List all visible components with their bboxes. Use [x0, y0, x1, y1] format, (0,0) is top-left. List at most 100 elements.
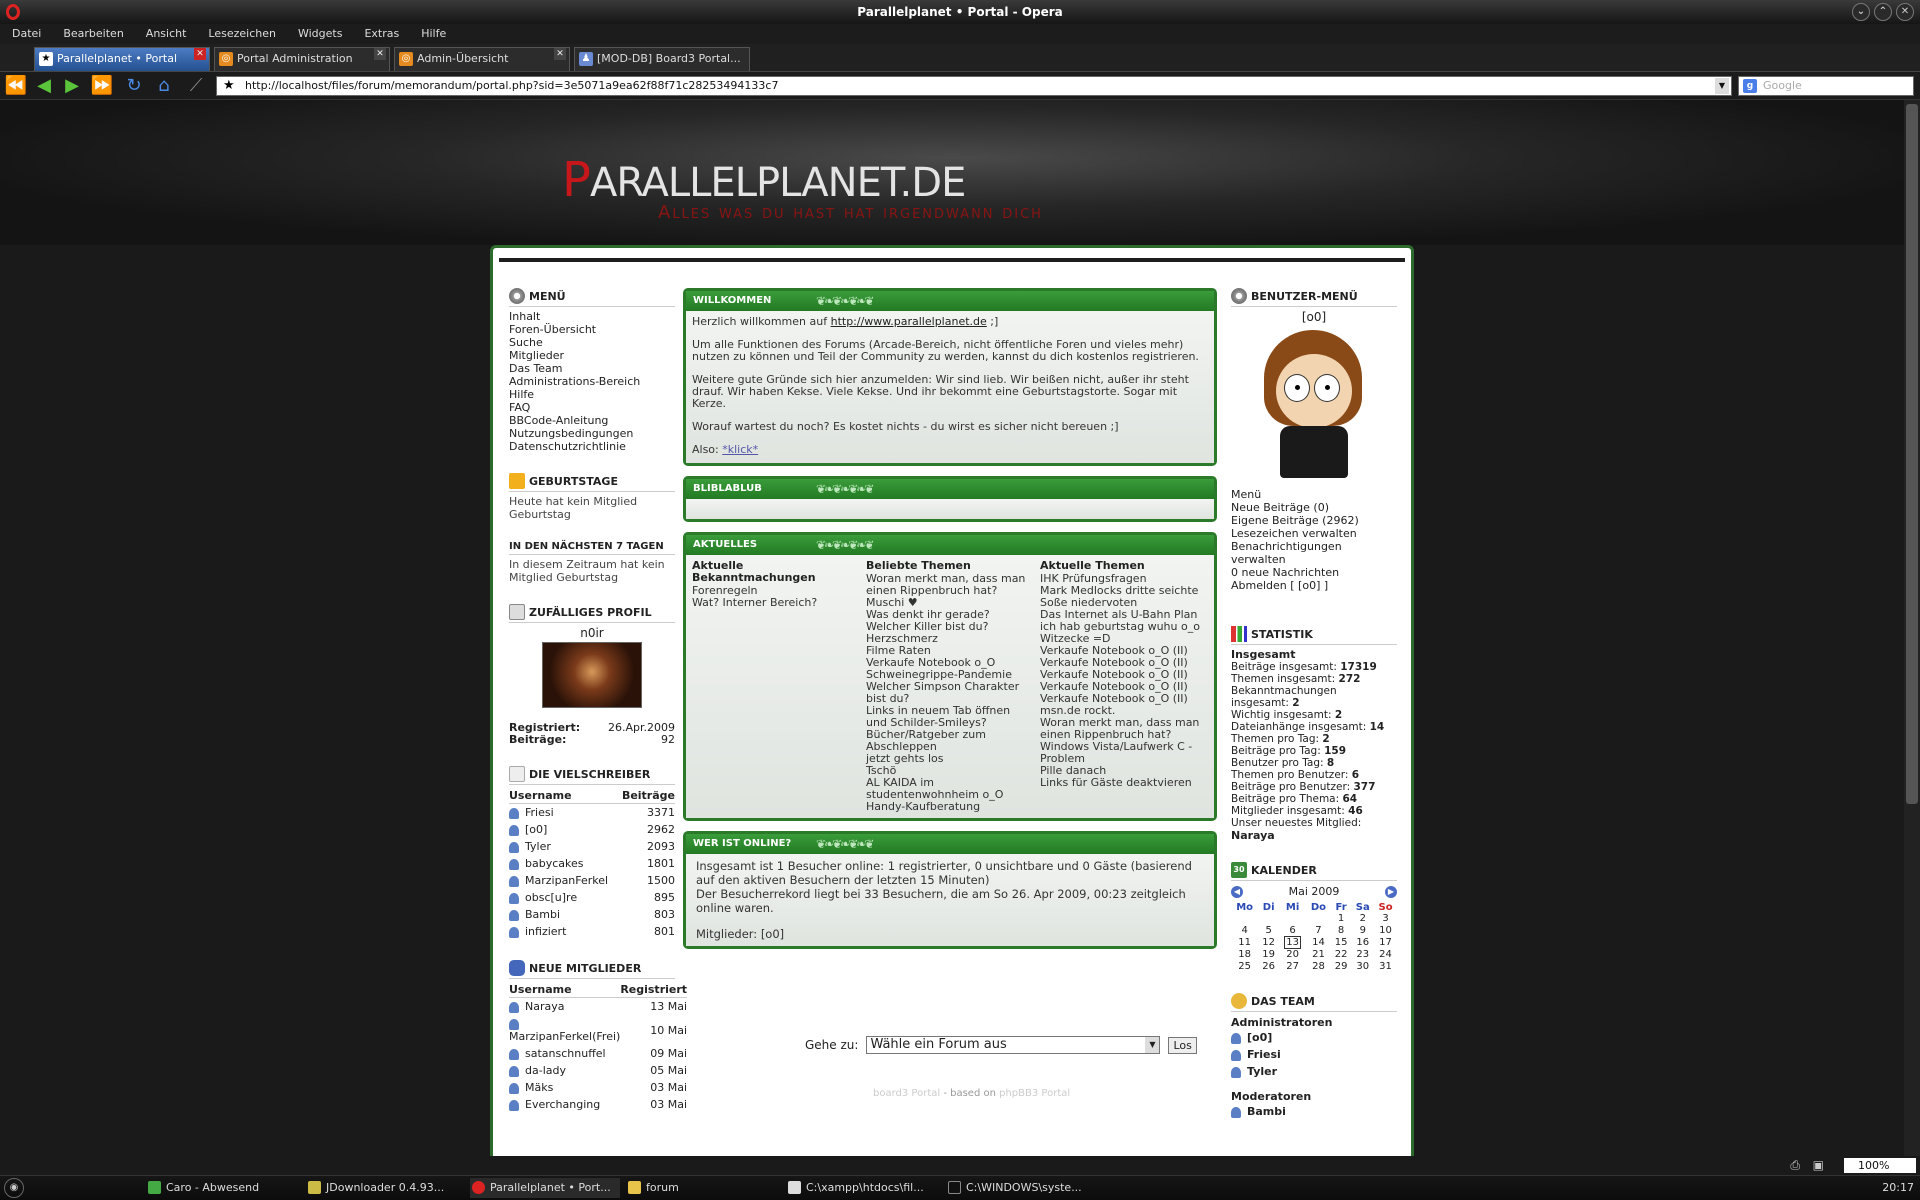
calendar-day[interactable]: 8	[1331, 925, 1352, 937]
menu-item[interactable]: Das Team	[509, 362, 675, 375]
calendar-day[interactable]: 19	[1258, 949, 1279, 961]
newest-member[interactable]: Naraya	[1231, 829, 1397, 842]
chevron-down-icon[interactable]: ▼	[1715, 78, 1729, 94]
user-menu-item[interactable]: Eigene Beiträge (2962)	[1231, 514, 1397, 527]
taskitem-forum-folder[interactable]: forum	[626, 1178, 776, 1198]
rewind-icon[interactable]: ⏪	[4, 75, 28, 97]
random-profile-name[interactable]: n0ir	[509, 626, 675, 640]
user-cell[interactable]: MarzipanFerkel	[509, 872, 617, 889]
user-cell[interactable]: MarzipanFerkel(Frei)	[509, 1015, 620, 1045]
topic-link[interactable]: Welcher Simpson Charakter bist du?	[866, 681, 1034, 705]
close-icon[interactable]: ✕	[1896, 3, 1914, 21]
calendar-day[interactable]: 16	[1351, 937, 1374, 949]
back-icon[interactable]: ◀	[32, 75, 56, 97]
menu-item[interactable]: Foren-Übersicht	[509, 323, 675, 336]
user-name[interactable]: [o0]	[1231, 310, 1397, 324]
menu-bearbeiten[interactable]: Bearbeiten	[51, 24, 133, 44]
calendar-day[interactable]: 11	[1231, 937, 1258, 949]
user-cell[interactable]: Mäks	[509, 1079, 620, 1096]
calendar-day[interactable]: 21	[1306, 949, 1331, 961]
reload-icon[interactable]: ↻	[122, 75, 146, 97]
calendar-day[interactable]: 28	[1306, 961, 1331, 973]
calendar-day[interactable]: 4	[1231, 925, 1258, 937]
calendar-day[interactable]: 31	[1374, 961, 1397, 973]
calendar-day[interactable]: 30	[1351, 961, 1374, 973]
start-icon[interactable]: ◉	[4, 1178, 24, 1198]
calendar-day[interactable]: 29	[1331, 961, 1352, 973]
calendar-day[interactable]: 22	[1331, 949, 1352, 961]
printer-icon[interactable]: ⎙	[1790, 1158, 1800, 1173]
topic-link[interactable]: Windows Vista/Laufwerk C - Problem	[1040, 741, 1208, 765]
tab-close-icon[interactable]: ✕	[194, 48, 206, 60]
user-cell[interactable]: [o0]	[509, 821, 617, 838]
fast-forward-icon[interactable]: ⏩	[90, 75, 114, 97]
team-member[interactable]: [o0]	[1231, 1029, 1397, 1046]
menu-extras[interactable]: Extras	[352, 24, 409, 44]
tab-parallelplanet-portal[interactable]: ★ Parallelplanet • Portal ✕	[34, 47, 210, 71]
topic-link[interactable]: Links in neuem Tab öffnen und Schilder-S…	[866, 705, 1034, 729]
calendar-day[interactable]: 9	[1351, 925, 1374, 937]
taskitem-cmd[interactable]: C:\WINDOWS\syste...	[946, 1178, 1096, 1198]
calendar-day[interactable]: 14	[1306, 937, 1331, 949]
user-cell[interactable]: Friesi	[509, 804, 617, 822]
opera-logo-icon[interactable]	[6, 4, 20, 20]
user-cell[interactable]: infiziert	[509, 923, 617, 940]
topic-link[interactable]: AL KAIDA im studentenwohnheim o_O	[866, 777, 1034, 801]
calendar-day[interactable]: 2	[1351, 913, 1374, 925]
topic-link[interactable]: Woran merkt man, dass man einen Rippenbr…	[866, 573, 1034, 597]
forward-icon[interactable]: ▶	[60, 75, 84, 97]
user-avatar[interactable]	[1254, 326, 1374, 482]
home-icon[interactable]: ⌂	[152, 75, 176, 97]
maximize-icon[interactable]: ⌃	[1874, 3, 1892, 21]
calendar-day[interactable]: 24	[1374, 949, 1397, 961]
topic-link[interactable]: Woran merkt man, dass man einen Rippenbr…	[1040, 717, 1208, 741]
menu-item[interactable]: Nutzungsbedingungen	[509, 427, 675, 440]
wand-icon[interactable]: ⟋	[184, 75, 208, 97]
vertical-scrollbar[interactable]	[1904, 100, 1920, 1156]
topic-link[interactable]: Wat? Interner Bereich?	[692, 597, 860, 609]
goto-button[interactable]: Los	[1168, 1036, 1197, 1054]
calendar-day[interactable]: 20	[1279, 949, 1306, 961]
menu-item[interactable]: Administrations-Bereich	[509, 375, 675, 388]
user-cell[interactable]: Naraya	[509, 998, 620, 1016]
user-cell[interactable]: Everchanging	[509, 1096, 620, 1113]
user-menu-item[interactable]: Lesezeichen verwalten	[1231, 527, 1397, 540]
user-cell[interactable]: obsc[u]re	[509, 889, 617, 906]
menu-hilfe[interactable]: Hilfe	[409, 24, 456, 44]
team-member[interactable]: Friesi	[1231, 1046, 1397, 1063]
calendar-day[interactable]: 12	[1258, 937, 1279, 949]
search-input[interactable]: g Google	[1738, 76, 1914, 96]
menu-datei[interactable]: Datei	[0, 24, 51, 44]
user-menu-item[interactable]: Benachrichtigungen verwalten	[1231, 540, 1397, 566]
register-link[interactable]: *klick*	[722, 443, 758, 456]
menu-item[interactable]: Suche	[509, 336, 675, 349]
menu-lesezeichen[interactable]: Lesezeichen	[196, 24, 286, 44]
calendar-day[interactable]: 17	[1374, 937, 1397, 949]
address-input[interactable]: ★ http://localhost/files/forum/memorandu…	[216, 76, 1732, 96]
random-profile-avatar[interactable]	[542, 642, 642, 708]
team-member[interactable]: Tyler	[1231, 1063, 1397, 1080]
tab-admin-uebersicht[interactable]: ◎ Admin-Übersicht ✕	[394, 47, 570, 71]
user-cell[interactable]: satanschnuffel	[509, 1045, 620, 1062]
next-month-icon[interactable]: ▶	[1385, 885, 1397, 898]
minimize-icon[interactable]: ⌄	[1852, 3, 1870, 21]
menu-item[interactable]: Mitglieder	[509, 349, 675, 362]
topic-link[interactable]: Mark Medlocks dritte seichte Soße nieder…	[1040, 585, 1208, 609]
calendar-day[interactable]: 10	[1374, 925, 1397, 937]
calendar-day[interactable]: 23	[1351, 949, 1374, 961]
board3-link[interactable]: board3 Portal	[873, 1088, 940, 1099]
calendar-day[interactable]: 13	[1279, 936, 1306, 949]
scrollbar-thumb[interactable]	[1906, 104, 1918, 804]
calendar-day[interactable]: 7	[1306, 925, 1331, 937]
calendar-day[interactable]: 18	[1231, 949, 1258, 961]
tab-mod-db-board3[interactable]: ♟ [MOD-DB] Board3 Portal...	[574, 47, 750, 71]
calendar-day[interactable]: 27	[1279, 961, 1306, 973]
menu-widgets[interactable]: Widgets	[286, 24, 352, 44]
calendar-day[interactable]: 5	[1258, 925, 1279, 937]
menu-item[interactable]: BBCode-Anleitung	[509, 414, 675, 427]
topic-link[interactable]: Bücher/Ratgeber zum Abschleppen	[866, 729, 1034, 753]
user-cell[interactable]: babycakes	[509, 855, 617, 872]
calendar-day[interactable]: 26	[1258, 961, 1279, 973]
calendar-day[interactable]: 3	[1374, 913, 1397, 925]
tab-portal-administration[interactable]: ◎ Portal Administration ✕	[214, 47, 390, 71]
